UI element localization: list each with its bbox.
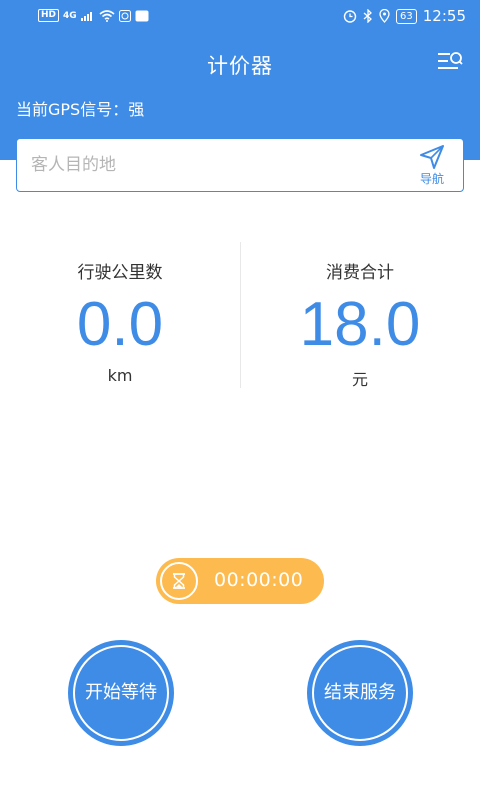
- page-title: 计价器: [207, 54, 273, 78]
- distance-label: 行驶公里数: [77, 263, 163, 283]
- status-right: 63 12:55: [343, 7, 466, 25]
- fare-label: 消费合计: [326, 263, 394, 283]
- distance-stat: 行驶公里数 0.0 km: [0, 242, 240, 388]
- navigation-arrow-icon: [420, 145, 444, 169]
- navigate-button[interactable]: 导航: [413, 145, 451, 187]
- gps-signal-status: 当前GPS信号：强: [16, 100, 145, 119]
- wifi-icon: [99, 9, 115, 22]
- network-type: 4G: [63, 10, 77, 21]
- navigate-label: 导航: [419, 172, 444, 186]
- alarm-icon: [343, 10, 357, 23]
- wait-timer: 00:00:00: [156, 558, 324, 604]
- bluetooth-icon: [363, 9, 372, 23]
- location-icon: [379, 9, 390, 23]
- battery-indicator: 63: [396, 8, 417, 24]
- app-notification-icon: [118, 9, 131, 22]
- fare-stat: 消费合计 18.0 元: [240, 242, 480, 389]
- start-wait-button[interactable]: 开始等待: [68, 640, 174, 746]
- start-wait-label: 开始等待: [85, 682, 157, 703]
- distance-value: 0.0: [76, 290, 164, 359]
- destination-search: 导航: [16, 138, 464, 192]
- signal-icon: [80, 12, 92, 21]
- destination-input[interactable]: [31, 139, 391, 191]
- end-service-label: 结束服务: [324, 682, 396, 703]
- hd-indicator: HD: [38, 9, 60, 22]
- distance-unit: km: [107, 366, 133, 385]
- status-bar: HD 4G 63 12:55: [0, 0, 480, 34]
- app-icon: [135, 10, 149, 21]
- end-service-button[interactable]: 结束服务: [307, 640, 413, 746]
- status-left: HD 4G: [38, 9, 149, 22]
- fare-unit: 元: [351, 370, 368, 389]
- clock: 12:55: [422, 7, 466, 25]
- timer-value: 00:00:00: [214, 569, 304, 591]
- hourglass-icon: [160, 562, 198, 600]
- list-search-icon[interactable]: [436, 50, 464, 74]
- fare-value: 18.0: [299, 290, 421, 359]
- trip-stats: 行驶公里数 0.0 km 消费合计 18.0 元: [0, 242, 480, 389]
